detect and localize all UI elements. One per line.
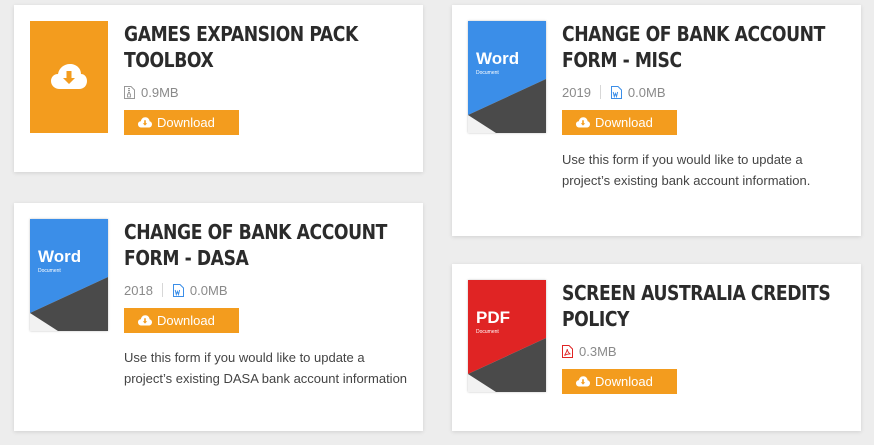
file-title[interactable]: CHANGE OF BANK ACCOUNT FORM - DASA [124,219,399,271]
file-title[interactable]: GAMES EXPANSION PACK TOOLBOX [124,21,399,73]
download-label: Download [157,115,215,130]
file-meta: 0.9MB [124,83,411,101]
word-file-icon [610,85,622,99]
cloud-download-icon [576,376,590,387]
file-size: 0.9MB [141,84,179,100]
file-thumbnail[interactable] [30,21,108,133]
download-label: Download [595,115,653,130]
download-button[interactable]: Download [562,369,677,394]
download-button[interactable]: Download [124,308,239,333]
word-document-graphic [468,21,546,133]
word-thumbnail[interactable]: Word Document [468,21,546,133]
pdf-thumbnail[interactable]: PDF Document [468,280,546,392]
download-button[interactable]: Download [124,110,239,135]
file-size: 0.0MB [627,84,666,100]
pdf-file-icon [562,344,573,358]
thumb-sublabel: Document [476,70,499,76]
file-year: 2018 [124,282,153,298]
download-card: Word Document CHANGE OF BANK ACCOUNT FOR… [14,203,423,431]
download-label: Download [595,374,653,389]
cloud-download-icon [138,315,152,326]
file-title[interactable]: SCREEN AUSTRALIA CREDITS POLICY [562,280,837,332]
file-title[interactable]: CHANGE OF BANK ACCOUNT FORM - MISC [562,21,837,73]
download-label: Download [157,313,215,328]
thumb-label: Word [476,49,520,68]
file-description: Use this form if you would like to updat… [562,152,811,188]
download-cloud-icon [51,64,87,89]
file-meta: 0.3MB [562,342,849,360]
zip-file-icon [124,85,135,99]
meta-divider [599,85,601,99]
thumb-label: PDF [476,308,510,327]
download-card: PDF Document SCREEN AUSTRALIA CREDITS PO… [452,264,861,431]
file-description: Use this form if you would like to updat… [124,350,408,386]
thumb-sublabel: Document [38,268,61,274]
cloud-download-icon [138,117,152,128]
download-card: Word Document CHANGE OF BANK ACCOUNT FOR… [452,5,861,236]
file-meta: 2019 0.0MB [562,83,849,101]
thumb-label: Word [38,247,82,266]
word-document-graphic [30,219,108,331]
file-size: 0.3MB [579,343,617,359]
file-year: 2019 [562,84,591,100]
word-thumbnail[interactable]: Word Document [30,219,108,331]
thumb-sublabel: Document [476,329,499,335]
download-card: GAMES EXPANSION PACK TOOLBOX 0.9MB Downl… [14,5,423,172]
file-size: 0.0MB [189,282,228,298]
word-file-icon [172,283,184,297]
download-button[interactable]: Download [562,110,677,135]
cloud-download-icon [576,117,590,128]
meta-divider [161,283,163,297]
pdf-document-graphic [468,280,546,392]
file-meta: 2018 0.0MB [124,281,411,299]
